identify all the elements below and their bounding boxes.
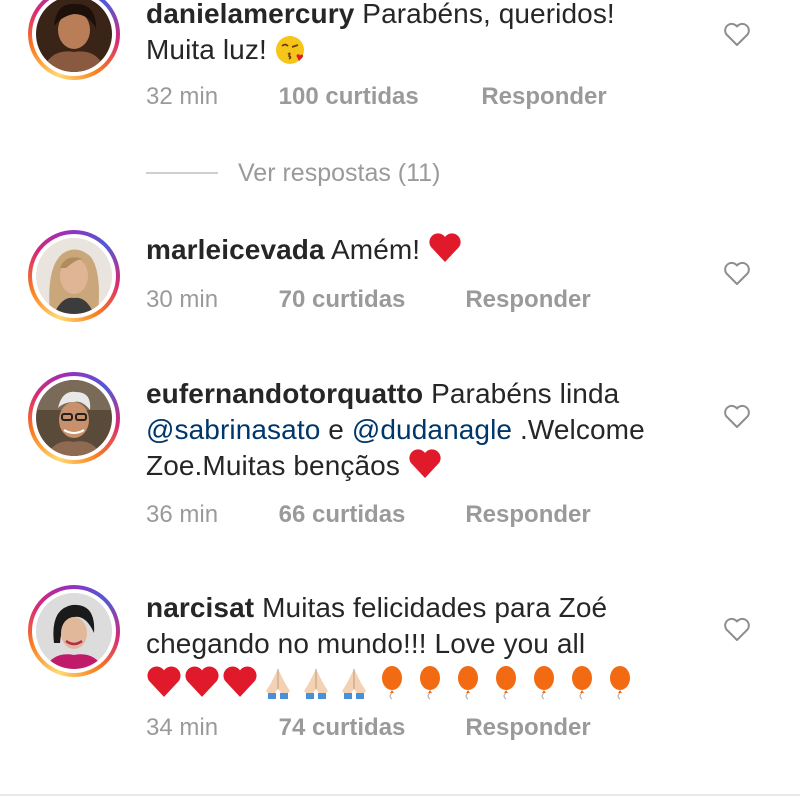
balloon-emoji <box>458 666 478 700</box>
reply-button[interactable]: Responder <box>481 83 606 111</box>
avatar-image <box>36 593 112 669</box>
red-heart-emoji <box>408 449 442 488</box>
comment-body-line3: Zoe.Muitas bençãos <box>146 450 400 481</box>
comment-body-line2: chegando no mundo!!! Love you all <box>146 628 586 659</box>
reply-button[interactable]: Responder <box>465 286 590 314</box>
comment-body: Amém! <box>331 234 421 265</box>
balloon-emoji <box>382 666 402 700</box>
comment-time: 32 min <box>146 83 219 110</box>
comment-time: 36 min <box>146 501 219 528</box>
divider <box>146 172 218 174</box>
comment-text: eufernandotorquatto Parabéns linda @sabr… <box>146 376 706 488</box>
comment-likes[interactable]: 70 curtidas <box>279 286 459 314</box>
comment-connector: e <box>328 414 344 445</box>
comment-time: 34 min <box>146 714 219 741</box>
red-heart-emoji <box>428 233 462 272</box>
comment-text: narcisat Muitas felicidades para Zoé che… <box>146 590 706 700</box>
heart-outline-icon[interactable] <box>722 402 752 430</box>
heart-outline-icon[interactable] <box>722 259 752 287</box>
balloon-emoji <box>496 666 516 700</box>
comment-meta: 34 min 74 curtidas Responder <box>146 714 591 742</box>
avatar-image <box>36 238 112 314</box>
comment-likes[interactable]: 74 curtidas <box>279 714 459 742</box>
folded-hands-emoji <box>342 669 366 699</box>
comment-meta: 30 min 70 curtidas Responder <box>146 286 591 314</box>
balloon-emoji <box>420 666 440 700</box>
avatar[interactable] <box>28 372 120 464</box>
reply-button[interactable]: Responder <box>465 501 590 529</box>
kiss-emoji <box>275 35 305 74</box>
avatar-image <box>36 380 112 456</box>
comment-body-cont: .Welcome <box>519 414 645 445</box>
comment-meta: 32 min 100 curtidas Responder <box>146 83 607 111</box>
comment-body: Parabéns, queridos! <box>362 0 615 29</box>
comment-text: marleicevada Amém! <box>146 232 706 272</box>
avatar-image <box>36 0 112 72</box>
comment-likes[interactable]: 66 curtidas <box>279 501 459 529</box>
comment-username[interactable]: eufernandotorquatto <box>146 378 423 409</box>
comment-text: danielamercury Parabéns, queridos! Muita… <box>146 0 706 74</box>
comment-username[interactable]: narcisat <box>146 592 254 623</box>
comment-body: Parabéns linda <box>431 378 620 409</box>
comment-meta: 36 min 66 curtidas Responder <box>146 501 591 529</box>
red-heart-emoji <box>185 666 219 697</box>
comment-body: Muitas felicidades para Zoé <box>262 592 608 623</box>
mention-link[interactable]: @dudanagle <box>352 414 512 445</box>
balloon-emoji <box>610 666 630 700</box>
comment-username[interactable]: marleicevada <box>146 234 325 265</box>
red-heart-emoji <box>147 666 181 697</box>
mention-link[interactable]: @sabrinasato <box>146 414 320 445</box>
folded-hands-emoji <box>266 669 290 699</box>
balloon-emoji <box>534 666 554 700</box>
heart-outline-icon[interactable] <box>722 615 752 643</box>
reply-button[interactable]: Responder <box>465 714 590 742</box>
comment-time: 30 min <box>146 286 219 313</box>
comment-body-line2: Muita luz! <box>146 34 267 65</box>
avatar[interactable] <box>28 585 120 677</box>
folded-hands-emoji <box>304 669 328 699</box>
comment-likes[interactable]: 100 curtidas <box>279 83 475 111</box>
red-heart-emoji <box>223 666 257 697</box>
comment-username[interactable]: danielamercury <box>146 0 354 29</box>
emoji-row <box>146 664 706 700</box>
avatar[interactable] <box>28 0 120 80</box>
heart-outline-icon[interactable] <box>722 20 752 48</box>
avatar[interactable] <box>28 230 120 322</box>
view-replies-button[interactable]: Ver respostas (11) <box>146 156 440 190</box>
balloon-emoji <box>572 666 592 700</box>
view-replies-label: Ver respostas (11) <box>238 158 441 187</box>
divider <box>0 794 800 796</box>
